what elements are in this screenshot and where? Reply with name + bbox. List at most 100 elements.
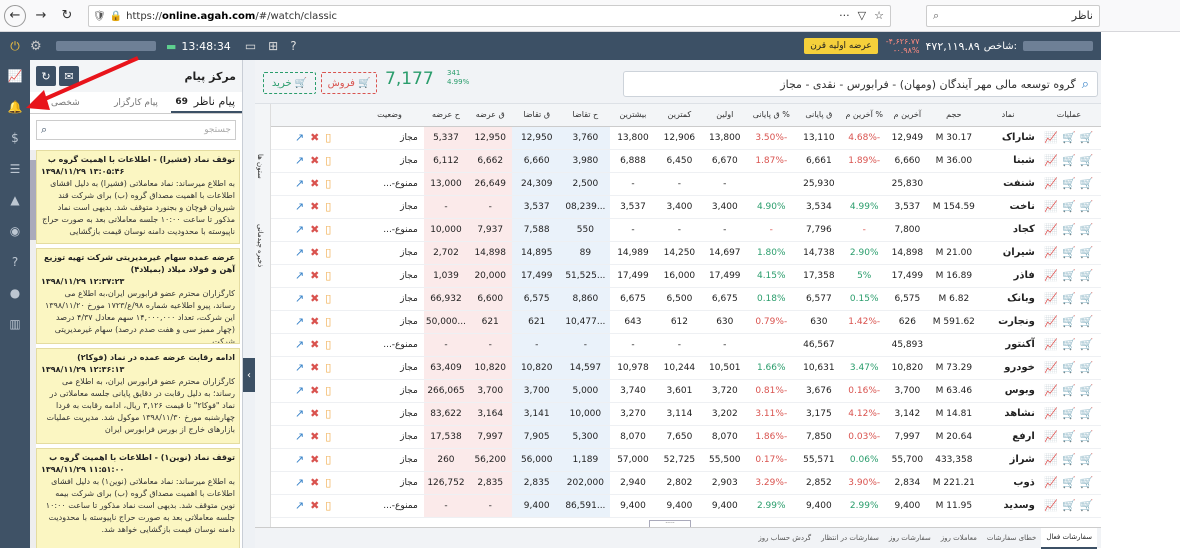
chart-icon[interactable]: 📈 bbox=[1044, 338, 1058, 351]
open-external-icon[interactable]: ↗ bbox=[295, 453, 304, 466]
open-external-icon[interactable]: ↗ bbox=[295, 177, 304, 190]
table-row[interactable]: 🛒 🛒 📈 ذوب 221.21 M 2,834 -3.90% 2,852 -3.29% 2,90… bbox=[271, 471, 1101, 495]
table-row[interactable]: 🛒🛒📈 نشاهد 14.81 M 3,142 -4.12% 3,175 -3.11% 3,2… bbox=[271, 402, 1101, 426]
sell-cart-icon[interactable]: 🛒 bbox=[1062, 361, 1076, 374]
open-external-icon[interactable]: ↗ bbox=[295, 338, 304, 351]
sell-cart-icon[interactable]: 🛒 bbox=[1062, 223, 1076, 236]
chart-icon[interactable]: 📈 bbox=[1044, 131, 1058, 144]
chart-icon[interactable]: 📈 bbox=[1044, 292, 1058, 305]
column-header[interactable]: آخرین م bbox=[886, 104, 929, 127]
column-header[interactable] bbox=[271, 104, 356, 127]
note-icon[interactable]: ▯ bbox=[325, 407, 331, 420]
chart-icon[interactable]: 📈 bbox=[1044, 476, 1058, 489]
buy-cart-icon[interactable]: 🛒 bbox=[1080, 476, 1094, 489]
column-header[interactable]: ق پایانی bbox=[795, 104, 843, 127]
buy-cart-icon[interactable]: 🛒 bbox=[1080, 315, 1094, 328]
buy-cart-icon[interactable]: 🛒 bbox=[1080, 269, 1094, 282]
ipo-button[interactable]: عرضه اولیه قرن bbox=[804, 38, 878, 54]
open-external-icon[interactable]: ↗ bbox=[295, 476, 304, 489]
column-header[interactable]: ق عرضه bbox=[468, 104, 513, 127]
bottom-tab[interactable]: سفارشات فعال bbox=[1041, 527, 1097, 549]
chart-icon[interactable]: 📈 bbox=[1044, 200, 1058, 213]
column-header[interactable]: عملیات bbox=[1036, 104, 1101, 127]
bottom-tab[interactable]: سفارشات در انتظار bbox=[816, 528, 884, 549]
collapse-panel-toggle[interactable]: ‹ bbox=[243, 358, 255, 392]
sell-cart-icon[interactable]: 🛒 bbox=[1062, 384, 1076, 397]
note-icon[interactable]: ▯ bbox=[325, 292, 331, 305]
symbol-search-input[interactable]: ⌕ گروه توسعه مالی مهر آیندگان (ومهان) - ف… bbox=[623, 71, 1098, 97]
symbol-cell[interactable]: شراز bbox=[979, 448, 1037, 472]
column-header[interactable]: % ق پایانی bbox=[746, 104, 796, 127]
note-icon[interactable]: ▯ bbox=[325, 246, 331, 259]
note-icon[interactable]: ▯ bbox=[325, 200, 331, 213]
symbol-cell[interactable]: شیران bbox=[979, 241, 1037, 265]
reload-icon[interactable]: ↻ bbox=[56, 5, 78, 27]
symbol-cell[interactable]: ارفع bbox=[979, 425, 1037, 449]
symbol-cell[interactable]: وبوس bbox=[979, 379, 1037, 403]
remove-icon[interactable]: ✖ bbox=[310, 476, 319, 489]
layout-single-icon[interactable]: ▭ bbox=[245, 39, 256, 53]
chart-icon[interactable]: 📈 bbox=[1044, 499, 1058, 512]
column-header[interactable]: حجم bbox=[928, 104, 980, 127]
symbol-cell[interactable]: وسدید bbox=[979, 494, 1037, 518]
table-row[interactable]: 🛒🛒📈 آکنتور 45,893 46,567- - - - - - - ممنوع-... ▯✖↗ bbox=[271, 333, 1101, 357]
symbol-cell[interactable]: شاراک bbox=[979, 126, 1037, 150]
table-row[interactable]: 🛒🛒📈 کجاد 7,800-7,796- - - -550 7,588 7,937 10,00… bbox=[271, 218, 1101, 242]
remove-icon[interactable]: ✖ bbox=[310, 131, 319, 144]
chart-icon[interactable]: 📈 bbox=[1044, 154, 1058, 167]
notifications-bell-icon[interactable]: 🔔 bbox=[5, 97, 25, 117]
table-row[interactable]: 🛒🛒📈 شبنا 36.00 M 6,660 -1.89% 6,661 -1.87% 6,67… bbox=[271, 149, 1101, 173]
buy-cart-icon[interactable]: 🛒 bbox=[1080, 154, 1094, 167]
note-icon[interactable]: ▯ bbox=[325, 315, 331, 328]
open-external-icon[interactable]: ↗ bbox=[295, 200, 304, 213]
columns-tab[interactable]: ستون ها bbox=[256, 154, 264, 179]
note-icon[interactable]: ▯ bbox=[325, 177, 331, 190]
bottom-tab[interactable]: گردش حساب روز bbox=[753, 528, 816, 549]
sell-cart-icon[interactable]: 🛒 bbox=[1062, 246, 1076, 259]
symbol-cell[interactable]: فاذر bbox=[979, 264, 1037, 288]
open-external-icon[interactable]: ↗ bbox=[295, 499, 304, 512]
open-external-icon[interactable]: ↗ bbox=[295, 315, 304, 328]
pocket-icon[interactable]: ▽ bbox=[858, 9, 866, 22]
coins-icon[interactable]: ◉ bbox=[5, 221, 25, 241]
table-row[interactable]: 🛒🛒📈 ناخت 154.59 M 3,537 4.99% 3,534 4.90% 3,400… bbox=[271, 195, 1101, 219]
page-actions-icon[interactable]: ··· bbox=[839, 9, 850, 22]
remove-icon[interactable]: ✖ bbox=[310, 177, 319, 190]
sell-cart-icon[interactable]: 🛒 bbox=[1062, 269, 1076, 282]
mail-icon[interactable]: ✉ bbox=[59, 66, 79, 86]
chart-icon[interactable]: 📈 bbox=[1044, 361, 1058, 374]
table-row[interactable]: 🛒🛒📈 فاذر 16.89 M 17,499 5% 17,358 4.15% 17,499 1… bbox=[271, 264, 1101, 288]
bookmark-star-icon[interactable]: ☆ bbox=[874, 9, 884, 22]
sell-cart-icon[interactable]: 🛒 bbox=[1062, 407, 1076, 420]
symbol-cell[interactable]: ذوب bbox=[979, 471, 1037, 495]
chart-icon[interactable]: 📈 bbox=[1044, 177, 1058, 190]
address-bar[interactable]: 🛡 🔒 https://online.agah.com/#/watch/clas… bbox=[88, 5, 891, 27]
sell-cart-icon[interactable]: 🛒 bbox=[1062, 154, 1076, 167]
message-search-input[interactable]: جستجو ⌕ bbox=[36, 120, 236, 140]
buy-cart-icon[interactable]: 🛒 bbox=[1080, 177, 1094, 190]
sell-cart-icon[interactable]: 🛒 bbox=[1062, 453, 1076, 466]
chart-icon[interactable]: 📈 bbox=[1044, 246, 1058, 259]
buy-cart-icon[interactable]: 🛒 bbox=[1080, 292, 1094, 305]
buy-cart-icon[interactable]: 🛒 bbox=[1080, 407, 1094, 420]
open-external-icon[interactable]: ↗ bbox=[295, 407, 304, 420]
remove-icon[interactable]: ✖ bbox=[310, 430, 319, 443]
help-icon[interactable]: ? bbox=[290, 39, 296, 53]
back-arrow-icon[interactable]: ← bbox=[4, 4, 26, 27]
table-row[interactable]: 🛒🛒📈 خودرو 73.29 M 10,820 3.47% 10,631 1.66% 10,… bbox=[271, 356, 1101, 380]
tab-personal[interactable]: شخصی bbox=[30, 92, 101, 113]
symbol-cell[interactable]: وبانک bbox=[979, 287, 1037, 311]
note-icon[interactable]: ▯ bbox=[325, 499, 331, 512]
symbol-cell[interactable]: آکنتور bbox=[979, 333, 1037, 357]
sell-cart-icon[interactable]: 🛒 bbox=[1062, 476, 1076, 489]
open-external-icon[interactable]: ↗ bbox=[295, 223, 304, 236]
remove-icon[interactable]: ✖ bbox=[310, 499, 319, 512]
save-layout-tab[interactable]: ذخیره چیدمانی bbox=[256, 224, 264, 267]
remove-icon[interactable]: ✖ bbox=[310, 361, 319, 374]
column-header[interactable]: وضعیت bbox=[355, 104, 424, 127]
remove-icon[interactable]: ✖ bbox=[310, 154, 319, 167]
buy-cart-icon[interactable]: 🛒 bbox=[1080, 499, 1094, 512]
note-icon[interactable]: ▯ bbox=[325, 223, 331, 236]
chart-icon[interactable]: 📈 bbox=[1044, 269, 1058, 282]
note-icon[interactable]: ▯ bbox=[325, 154, 331, 167]
